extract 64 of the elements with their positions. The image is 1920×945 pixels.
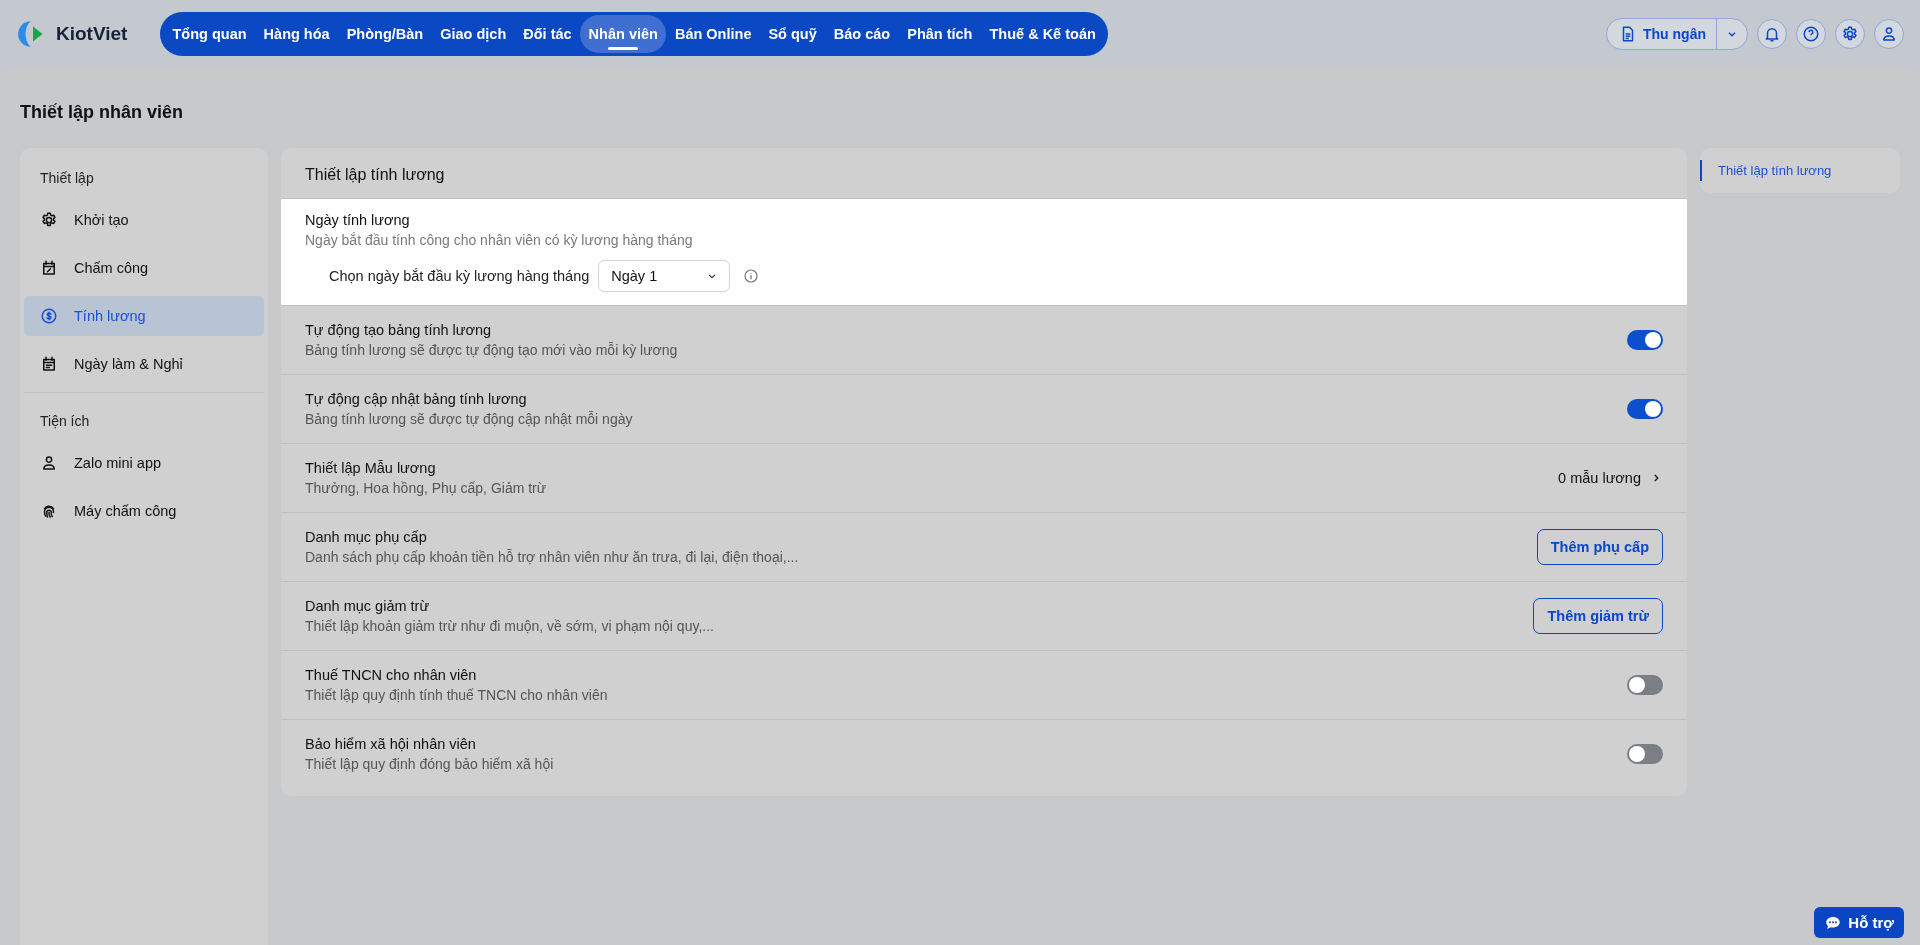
sidebar-item[interactable]: Ngày làm & Nghỉ [24,344,264,384]
toggle-switch[interactable] [1627,330,1663,350]
setting-description: Thiết lập quy định tính thuế TNCN cho nhân viên [305,687,609,703]
setting-title: Danh mục giảm trừ [305,598,431,614]
toggle-switch[interactable] [1627,399,1663,419]
bell-icon [1763,25,1781,43]
nav-tab[interactable]: Bán Online [666,15,760,53]
select-label: Chọn ngày bắt đầu kỳ lương hàng tháng [329,268,590,284]
logo-text: KiotViet [56,23,128,45]
nav-tab[interactable]: Báo cáo [825,15,899,53]
sidebar-heading: Tiện ích [39,412,91,431]
add-button[interactable]: Thêm giảm trừ [1533,598,1663,634]
setting-title: Danh mục phụ cấp [305,529,428,545]
help-button[interactable] [1796,19,1826,49]
nav-tab[interactable]: Nhân viên [580,15,667,53]
info-icon[interactable] [743,268,760,284]
page-title: Thiết lập nhân viên [20,102,185,123]
nav-tab[interactable]: Thuế & Kế toán [981,15,1105,53]
nav-tab[interactable]: Đối tác [514,15,581,53]
calendar-icon [40,355,58,373]
setting-description: Danh sách phụ cấp khoản tiền hỗ trợ nhân viên như ăn trưa, đi lại, điện thoại,... [305,549,800,565]
setting-title: Thiết lập Mẫu lương [305,460,437,476]
toggle-switch[interactable] [1627,675,1663,695]
support-button[interactable]: Hỗ trợ [1814,907,1904,938]
sidebar-item[interactable]: Máy chấm công [24,491,264,531]
setting-title: Tự động tạo bảng tính lương [305,322,493,338]
setting-title: Ngày tính lương [305,212,411,228]
sidebar-heading: Thiết lập [39,169,95,188]
nav-tab[interactable]: Giao dịch [431,15,515,53]
setting-description: Bảng tính lương sẽ được tự động cập nhật mỗi ngày [305,411,634,427]
sidebar-item[interactable]: Tính lương [24,296,264,336]
calendar-icon [40,259,58,277]
help-icon [1802,25,1820,43]
add-button[interactable]: Thêm phụ cấp [1536,529,1663,565]
gear-icon [40,211,58,229]
person-icon [1880,25,1898,43]
sidebar-item[interactable]: Chấm công [24,248,264,288]
nav-tab[interactable]: Hàng hóa [255,15,339,53]
setting-title: Thuế TNCN cho nhân viên [305,667,478,683]
nav-tab[interactable]: Phòng/Bàn [338,15,432,53]
sidebar-item[interactable]: Khởi tạo [24,200,264,240]
section-title: Thiết lập tính lương [281,148,1687,199]
dollar-circle-icon [40,307,58,325]
day-select[interactable]: Ngày 1 [598,260,731,292]
cashier-button[interactable]: Thu ngân [1607,19,1717,49]
settings-icon [1841,25,1859,43]
sidebar-item[interactable]: Zalo mini app [24,443,264,483]
account-button[interactable] [1874,19,1904,49]
nav-tab[interactable]: Sổ quỹ [759,15,826,53]
nav-tab[interactable]: Tổng quan [164,15,256,53]
toc-link[interactable]: Thiết lập tính lương [1700,160,1900,181]
setting-title: Bảo hiểm xã hội nhân viên [305,736,477,752]
setting-title: Tự động cập nhật bảng tính lương [305,391,528,407]
notification-button[interactable] [1757,19,1787,49]
template-link[interactable]: 0 mẫu lương [1558,470,1663,486]
person-icon [40,454,58,472]
nav-tab[interactable]: Phân tích [898,15,981,53]
setting-description: Bảng tính lương sẽ được tự động tạo mới vào mỗi kỳ lương [305,342,679,358]
setting-description: Thưởng, Hoa hồng, Phụ cấp, Giảm trừ [305,480,548,496]
setting-description: Ngày bắt đầu tính công cho nhân viên có kỳ lương hàng tháng [305,232,694,248]
setting-description: Thiết lập quy định đóng bảo hiểm xã hội [305,756,555,772]
settings-button[interactable] [1835,19,1865,49]
setting-description: Thiết lập khoản giảm trừ như đi muộn, về sớm, vi phạm nội quy,... [305,618,715,634]
toggle-switch[interactable] [1627,744,1663,764]
